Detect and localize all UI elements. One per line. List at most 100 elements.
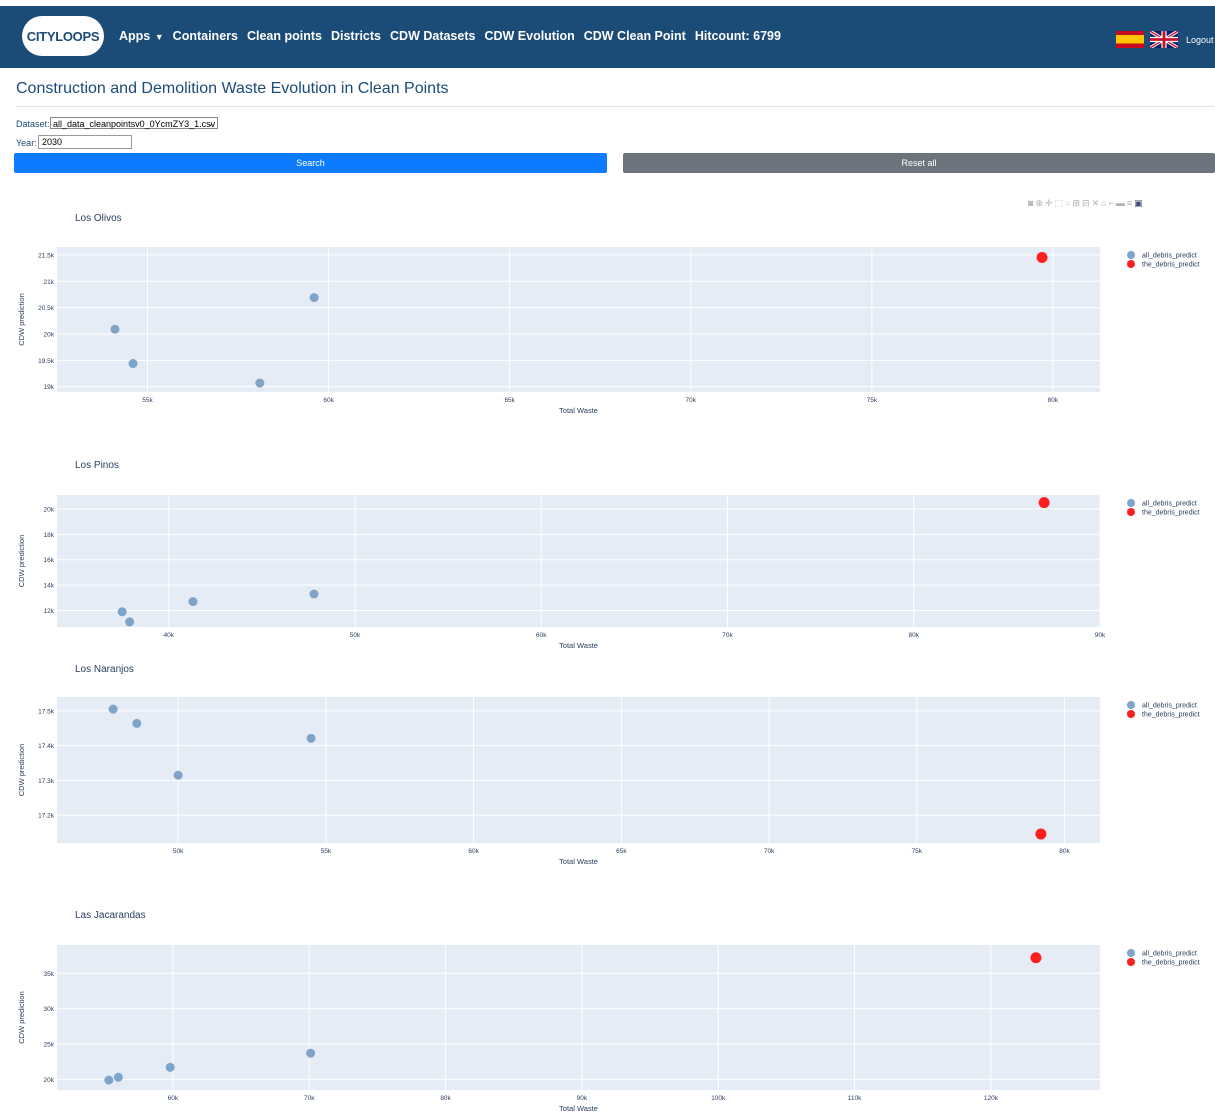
main-nav: Apps ▼ Containers Clean points Districts… — [119, 29, 790, 43]
spain-flag-icon[interactable] — [1116, 31, 1144, 48]
x-tick-label: 65k — [616, 848, 627, 855]
y-tick-label: 16k — [44, 557, 55, 564]
scatter-plot[interactable]: 60k 70k 80k 90k 100k 110k 120k 20k 25k 30k 35k Tota… — [0, 905, 1215, 1113]
data-point[interactable] — [173, 770, 183, 780]
data-point[interactable] — [1035, 828, 1047, 840]
y-tick-label: 17.3k — [38, 778, 55, 785]
year-input[interactable] — [38, 135, 132, 149]
nav-clean-points[interactable]: Clean points — [247, 29, 322, 43]
legend-label[interactable]: the_debris_predict — [1142, 960, 1200, 967]
legend-label[interactable]: all_debris_predict — [1142, 703, 1197, 710]
caret-down-icon: ▼ — [152, 32, 164, 42]
y-tick-label: 19.5k — [38, 358, 55, 365]
legend-label[interactable]: the_debris_predict — [1142, 262, 1200, 269]
chart-title: Las Jacarandas — [75, 910, 146, 921]
legend-marker[interactable] — [1127, 949, 1135, 957]
x-axis-label: Total Waste — [559, 641, 598, 650]
legend-marker[interactable] — [1127, 260, 1135, 268]
y-tick-label: 18k — [44, 532, 55, 539]
data-point[interactable] — [306, 1048, 316, 1058]
legend-marker[interactable] — [1127, 958, 1135, 966]
title-divider — [16, 106, 1215, 107]
data-point[interactable] — [117, 607, 127, 617]
nav-cdw-clean-point[interactable]: CDW Clean Point — [584, 29, 686, 43]
data-point[interactable] — [1030, 952, 1042, 964]
y-tick-label: 20k — [44, 506, 55, 513]
data-point[interactable] — [165, 1062, 175, 1072]
x-tick-label: 60k — [323, 397, 334, 404]
data-point[interactable] — [132, 718, 142, 728]
nav-apps[interactable]: Apps ▼ — [119, 29, 164, 43]
search-button[interactable]: Search — [14, 153, 607, 173]
data-point[interactable] — [1038, 497, 1050, 509]
data-point[interactable] — [309, 293, 319, 303]
data-point[interactable] — [309, 589, 319, 599]
reset-all-button[interactable]: Reset all — [623, 153, 1215, 173]
plot-area — [57, 945, 1100, 1090]
scatter-plot[interactable]: 55k 60k 65k 70k 75k 80k 19k 19.5k 20k 20.5k 21k 21.… — [0, 205, 1215, 430]
data-point[interactable] — [108, 704, 118, 714]
plot-area — [57, 495, 1100, 627]
nav-cdw-evolution[interactable]: CDW Evolution — [484, 29, 574, 43]
x-tick-label: 80k — [1059, 848, 1070, 855]
x-tick-label: 100k — [711, 1095, 726, 1102]
cityloops-logo[interactable]: CITYLOOPS — [22, 16, 104, 56]
uk-flag-icon[interactable] — [1150, 31, 1178, 48]
data-point[interactable] — [125, 617, 135, 627]
x-tick-label: 50k — [173, 848, 184, 855]
scatter-plot[interactable]: 40k 50k 60k 70k 80k 90k 12k 14k 16k 18k 20k Total W… — [0, 455, 1215, 665]
y-tick-label: 14k — [44, 583, 55, 590]
data-point[interactable] — [128, 359, 138, 369]
legend-marker[interactable] — [1127, 251, 1135, 259]
x-tick-label: 70k — [722, 632, 733, 639]
y-tick-label: 20.5k — [38, 305, 55, 312]
data-point[interactable] — [104, 1075, 114, 1085]
chart-los-olivos: Los Olivos 55k 60k 65k 70k 75k 80k 19k 19.5k 20k… — [0, 205, 1215, 430]
x-tick-label: 65k — [504, 397, 515, 404]
y-axis-label: CDW prediction — [17, 991, 26, 1044]
page-title: Construction and Demolition Waste Evolut… — [16, 80, 449, 97]
y-tick-label: 20k — [44, 332, 55, 339]
chart-title: Los Naranjos — [75, 664, 134, 675]
x-tick-label: 80k — [1048, 397, 1059, 404]
data-point[interactable] — [255, 378, 265, 388]
plot-area — [57, 247, 1100, 392]
data-point[interactable] — [188, 597, 198, 607]
x-tick-label: 50k — [350, 632, 361, 639]
y-tick-label: 21.5k — [38, 252, 55, 259]
y-tick-label: 35k — [44, 971, 55, 978]
legend-label[interactable]: all_debris_predict — [1142, 501, 1197, 508]
scatter-plot[interactable]: 50k 55k 60k 65k 70k 75k 80k 17.2k 17.3k 17.4k 17.5… — [0, 660, 1215, 870]
legend-marker[interactable] — [1127, 710, 1135, 718]
legend-marker[interactable] — [1127, 499, 1135, 507]
hitcount: Hitcount: 6799 — [694, 29, 781, 43]
logout-link[interactable]: Logout — [1186, 35, 1214, 45]
legend-marker[interactable] — [1127, 701, 1135, 709]
x-tick-label: 40k — [164, 632, 175, 639]
x-tick-label: 70k — [686, 397, 697, 404]
nav-districts[interactable]: Districts — [331, 29, 381, 43]
data-point[interactable] — [306, 733, 316, 743]
chevron-down-icon: ⌄ — [207, 119, 214, 128]
dataset-select[interactable]: all_data_cleanpointsv0_0YcmZY3_1.csv ⌄ — [50, 117, 218, 129]
legend-label[interactable]: all_debris_predict — [1142, 951, 1197, 958]
x-tick-label: 80k — [440, 1095, 451, 1102]
nav-cdw-datasets[interactable]: CDW Datasets — [390, 29, 475, 43]
x-tick-label: 120k — [984, 1095, 999, 1102]
y-tick-label: 25k — [44, 1042, 55, 1049]
legend-label[interactable]: the_debris_predict — [1142, 510, 1200, 517]
y-axis-label: CDW prediction — [17, 293, 26, 346]
y-axis-label: CDW prediction — [17, 744, 26, 797]
x-tick-label: 70k — [304, 1095, 315, 1102]
data-point[interactable] — [110, 324, 120, 334]
data-point[interactable] — [113, 1072, 123, 1082]
data-point[interactable] — [1036, 252, 1048, 264]
y-tick-label: 17.2k — [38, 813, 55, 820]
nav-containers[interactable]: Containers — [173, 29, 238, 43]
nav-apps-label: Apps — [119, 29, 151, 43]
legend-label[interactable]: all_debris_predict — [1142, 253, 1197, 260]
legend-marker[interactable] — [1127, 508, 1135, 516]
legend-label[interactable]: the_debris_predict — [1142, 712, 1200, 719]
y-tick-label: 30k — [44, 1006, 55, 1013]
x-tick-label: 60k — [536, 632, 547, 639]
